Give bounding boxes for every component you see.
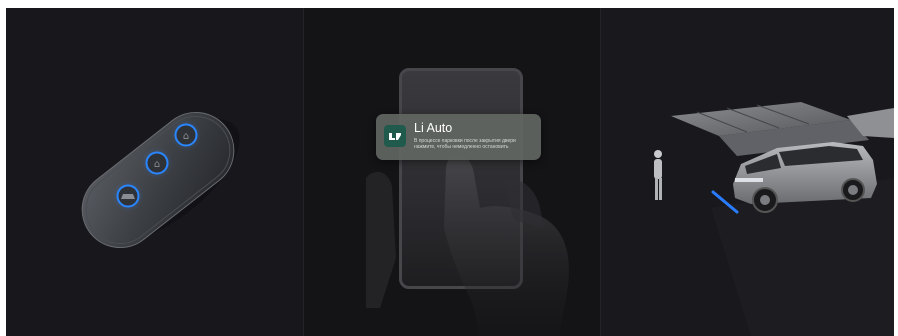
notification-card[interactable]: Li Auto В процессе парковки после закрыт… xyxy=(376,114,541,160)
car-icon xyxy=(121,194,135,199)
fob-button-unlock: ⌂ xyxy=(170,119,202,151)
fob-button-car xyxy=(112,180,144,212)
li-auto-logo-icon xyxy=(384,125,406,147)
panel-parking-scene xyxy=(601,8,894,336)
lock-icon: ⌂ xyxy=(154,159,160,170)
fob-button-lock: ⌂ xyxy=(141,147,173,179)
notification-title: Li Auto xyxy=(414,121,453,135)
key-fob-illustration: ⌂ ⌂ xyxy=(81,111,240,249)
panel-phone-notification: Li Auto В процессе парковки после закрыт… xyxy=(304,8,600,336)
hand-illustration xyxy=(366,155,569,336)
unlock-icon: ⌂ xyxy=(183,131,189,142)
person-figure xyxy=(654,150,662,200)
feature-banner: ⌂ ⌂ Li Auto В процессе парковки после за… xyxy=(6,8,894,336)
parking-scene-illustration xyxy=(654,102,894,336)
panel-key-fob: ⌂ ⌂ xyxy=(6,8,303,336)
notification-message: В процессе парковки после закрытия двери… xyxy=(414,138,516,150)
